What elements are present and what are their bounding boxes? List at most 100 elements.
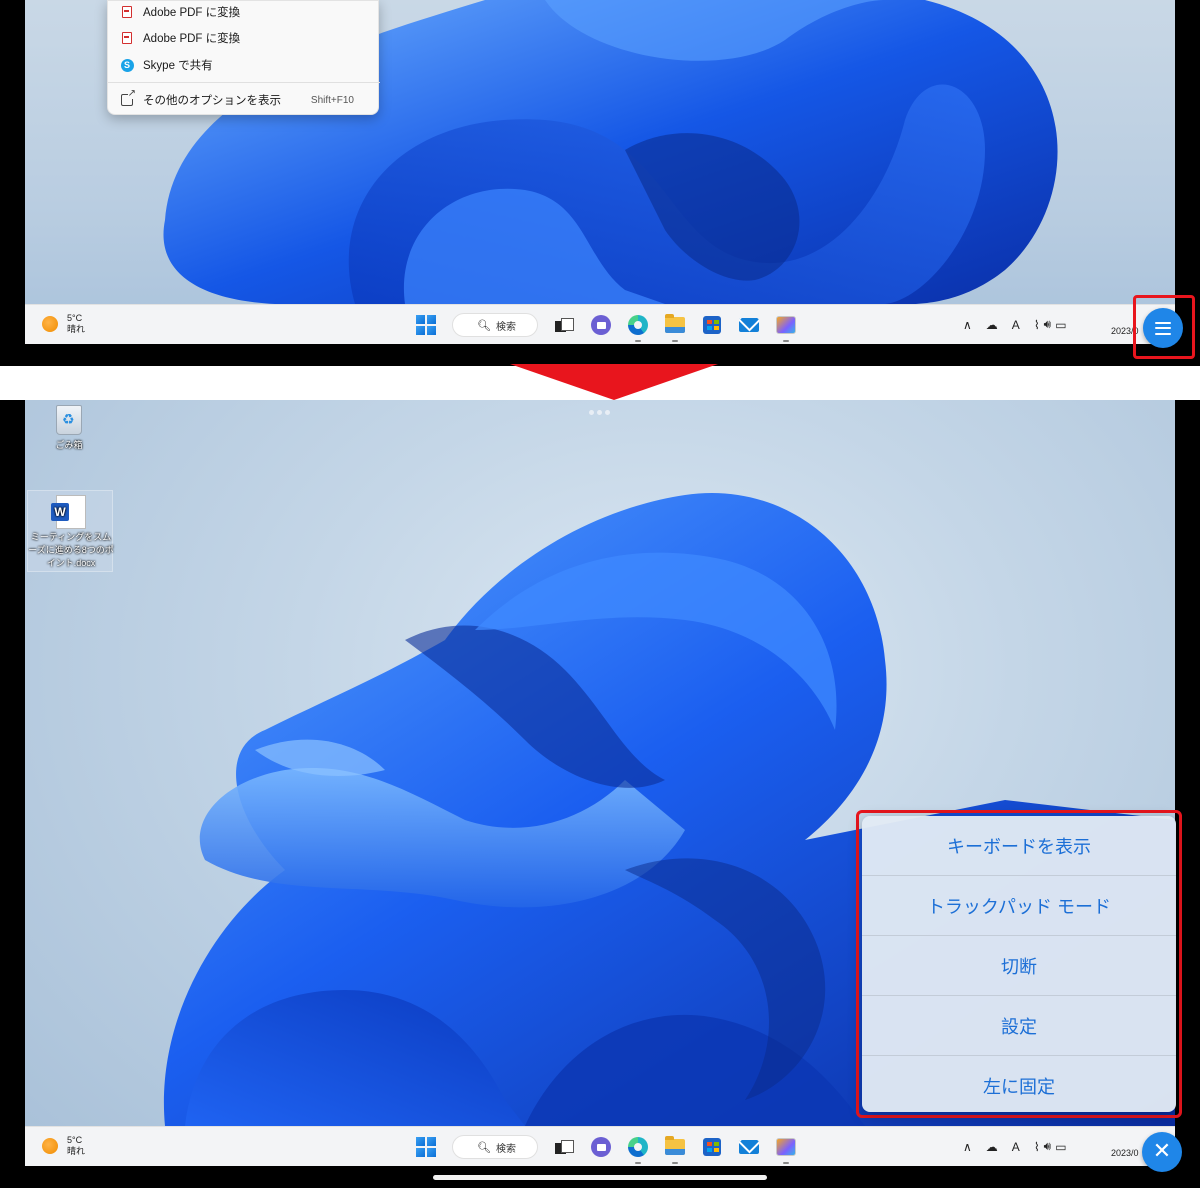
mail-button[interactable] bbox=[738, 314, 760, 336]
wifi-icon[interactable]: ⌇ bbox=[1034, 1140, 1040, 1154]
context-menu-item-label: その他のオプションを表示 bbox=[143, 95, 281, 107]
menu-item-trackpad-mode[interactable]: トラックパッド モード bbox=[862, 876, 1176, 936]
home-indicator-bar[interactable] bbox=[433, 1175, 767, 1180]
teams-icon bbox=[591, 315, 611, 335]
folder-icon bbox=[665, 1136, 685, 1155]
store-button[interactable] bbox=[701, 1136, 723, 1158]
teams-chat-button[interactable] bbox=[590, 314, 612, 336]
task-view-icon bbox=[555, 1140, 574, 1154]
teams-icon bbox=[591, 1137, 611, 1157]
file-explorer-button[interactable] bbox=[664, 1136, 686, 1164]
menu-item-settings[interactable]: 設定 bbox=[862, 996, 1176, 1056]
edge-icon bbox=[628, 1137, 648, 1157]
volume-icon[interactable]: 🔊︎ bbox=[1044, 317, 1052, 332]
start-button[interactable] bbox=[415, 314, 437, 336]
top-screenshot-panel: Adobe PDF に変換 Adobe PDF に変換 S Skype で共有 … bbox=[0, 0, 1200, 366]
skype-icon: S bbox=[120, 58, 134, 72]
recycle-bin-icon bbox=[56, 405, 82, 435]
ime-icon[interactable]: A bbox=[1012, 1140, 1020, 1154]
context-menu: Adobe PDF に変換 Adobe PDF に変換 S Skype で共有 … bbox=[107, 0, 380, 115]
close-icon: ✕ bbox=[1152, 1139, 1172, 1164]
context-menu-item-adobe-pdf-2[interactable]: Adobe PDF に変換 bbox=[108, 25, 380, 51]
down-arrow-indicator bbox=[510, 364, 718, 400]
desktop-icon-label: ミーティングをスムーズに進める8つのポイント.docx bbox=[28, 532, 114, 568]
clock[interactable]: 2023/0 bbox=[1111, 1148, 1139, 1158]
edge-button[interactable] bbox=[627, 1136, 649, 1164]
word-document-desktop-icon[interactable]: ミーティングをスムーズに進める8つのポイント.docx bbox=[27, 490, 114, 572]
context-menu-item-label: Adobe PDF に変換 bbox=[143, 7, 241, 19]
file-explorer-button[interactable] bbox=[664, 314, 686, 342]
mail-icon bbox=[739, 1140, 759, 1154]
start-button[interactable] bbox=[415, 1136, 437, 1158]
pdf-icon bbox=[120, 31, 134, 45]
search-icon: 🔍︎ bbox=[477, 1141, 491, 1154]
search-label: 検索 bbox=[495, 1143, 516, 1155]
context-menu-item-label: Adobe PDF に変換 bbox=[143, 33, 241, 45]
windows-logo-icon bbox=[416, 1137, 436, 1157]
windows-logo-icon bbox=[416, 315, 436, 335]
hamburger-menu-button[interactable] bbox=[1143, 308, 1183, 348]
folder-icon bbox=[665, 314, 685, 333]
context-menu-divider bbox=[108, 82, 380, 83]
onedrive-icon[interactable]: ☁︎ bbox=[986, 318, 998, 332]
weather-widget[interactable]: 5°C 晴れ bbox=[42, 313, 85, 335]
weather-widget[interactable]: 5°C 晴れ bbox=[42, 1135, 85, 1157]
external-icon bbox=[120, 89, 136, 107]
desktop-icon-label: ごみ箱 bbox=[55, 440, 83, 450]
menu-item-disconnect[interactable]: 切断 bbox=[862, 936, 1176, 996]
close-menu-button[interactable]: ✕ bbox=[1142, 1132, 1182, 1172]
store-button[interactable] bbox=[701, 314, 723, 336]
weather-description: 晴れ bbox=[67, 1146, 86, 1156]
battery-icon[interactable]: ▭ bbox=[1055, 318, 1066, 332]
context-menu-shortcut: Shift+F10 bbox=[310, 94, 354, 106]
photos-icon bbox=[776, 1138, 796, 1156]
teams-chat-button[interactable] bbox=[590, 1136, 612, 1158]
taskbar-top: 5°C 晴れ 🔍︎ 検索 ∧ ☁︎ A ⌇ 🔊︎ ▭ 2023/0 bbox=[25, 304, 1175, 344]
onedrive-icon[interactable]: ☁︎ bbox=[986, 1140, 998, 1154]
taskbar-search[interactable]: 🔍︎ 検索 bbox=[452, 313, 538, 337]
remote-desktop-popup-menu: キーボードを表示 トラックパッド モード 切断 設定 左に固定 bbox=[862, 816, 1176, 1112]
context-menu-item-label: Skype で共有 bbox=[143, 60, 213, 72]
photos-icon bbox=[776, 316, 796, 334]
weather-description: 晴れ bbox=[67, 324, 86, 334]
wifi-icon[interactable]: ⌇ bbox=[1034, 318, 1040, 332]
task-view-button[interactable] bbox=[553, 314, 575, 336]
battery-icon[interactable]: ▭ bbox=[1055, 1140, 1066, 1154]
store-icon bbox=[703, 1138, 721, 1156]
chevron-up-icon[interactable]: ∧ bbox=[963, 1140, 972, 1154]
system-tray: ∧ ☁︎ A ⌇ 🔊︎ ▭ bbox=[963, 317, 1081, 332]
weather-temperature: 5°C bbox=[67, 1135, 83, 1145]
task-view-icon bbox=[555, 318, 574, 332]
recycle-bin-desktop-icon[interactable]: ごみ箱 bbox=[43, 405, 95, 452]
volume-icon[interactable]: 🔊︎ bbox=[1044, 1139, 1052, 1154]
search-icon: 🔍︎ bbox=[477, 319, 491, 332]
highlight-box-popup-menu: キーボードを表示 トラックパッド モード 切断 設定 左に固定 bbox=[856, 810, 1182, 1118]
photos-button[interactable] bbox=[775, 1136, 797, 1164]
chevron-up-icon[interactable]: ∧ bbox=[963, 318, 972, 332]
hamburger-menu-icon bbox=[1155, 321, 1171, 335]
edge-button[interactable] bbox=[627, 314, 649, 342]
window-handle-icon[interactable] bbox=[589, 410, 613, 415]
taskbar-bottom: 5°C 晴れ 🔍︎ 検索 ∧ ☁︎ A ⌇ 🔊︎ ▭ 2023/0 bbox=[25, 1126, 1175, 1166]
store-icon bbox=[703, 316, 721, 334]
system-tray: ∧ ☁︎ A ⌇ 🔊︎ ▭ bbox=[963, 1139, 1081, 1154]
context-menu-item-skype-share[interactable]: S Skype で共有 bbox=[108, 52, 380, 78]
pdf-icon bbox=[120, 5, 134, 19]
context-menu-item-more-options[interactable]: その他のオプションを表示 Shift+F10 bbox=[108, 87, 380, 113]
mail-icon bbox=[739, 318, 759, 332]
weather-temperature: 5°C bbox=[67, 313, 83, 323]
photos-button[interactable] bbox=[775, 314, 797, 342]
task-view-button[interactable] bbox=[553, 1136, 575, 1158]
context-menu-item-adobe-pdf-1[interactable]: Adobe PDF に変換 bbox=[108, 0, 380, 25]
word-document-icon bbox=[51, 495, 86, 529]
top-remote-desktop: Adobe PDF に変換 Adobe PDF に変換 S Skype で共有 … bbox=[25, 0, 1175, 344]
sun-icon bbox=[42, 316, 58, 332]
mail-button[interactable] bbox=[738, 1136, 760, 1158]
search-label: 検索 bbox=[495, 321, 516, 333]
edge-icon bbox=[628, 315, 648, 335]
menu-item-pin-left[interactable]: 左に固定 bbox=[862, 1056, 1176, 1112]
menu-item-show-keyboard[interactable]: キーボードを表示 bbox=[862, 816, 1176, 876]
ime-icon[interactable]: A bbox=[1012, 318, 1020, 332]
sun-icon bbox=[42, 1138, 58, 1154]
taskbar-search[interactable]: 🔍︎ 検索 bbox=[452, 1135, 538, 1159]
